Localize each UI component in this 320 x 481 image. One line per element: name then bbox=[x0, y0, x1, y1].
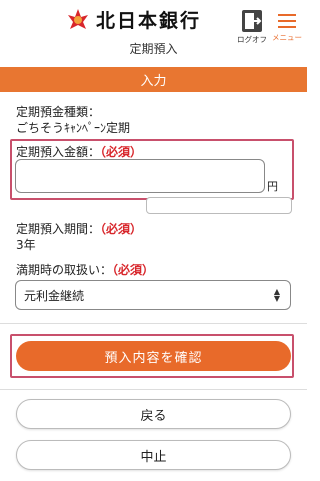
required-badge: （必須） bbox=[112, 263, 155, 277]
menu-button[interactable]: メニュー bbox=[272, 10, 302, 44]
amount-label: 定期預入金額： bbox=[16, 145, 101, 159]
deposit-type-label: 定期預金種類： bbox=[16, 105, 101, 119]
back-button[interactable]: 戻る bbox=[16, 399, 291, 429]
maturity-label-row: 満期時の取扱い：（必須） bbox=[16, 261, 154, 278]
logout-button[interactable]: ログオフ bbox=[236, 10, 268, 44]
logout-icon bbox=[242, 10, 262, 32]
page: 北日本銀行 ログオフ メニュー 定期預入 入力 定期預金種類： ごちそうｷｬﾝﾍ… bbox=[0, 0, 307, 481]
period-label: 定期預入期間： bbox=[16, 222, 101, 236]
confirm-button[interactable]: 預入内容を確認 bbox=[16, 341, 291, 371]
maturity-label: 満期時の取扱い： bbox=[16, 263, 113, 277]
bank-name: 北日本銀行 bbox=[96, 9, 202, 32]
maturity-selected-value: 元利金継続 bbox=[24, 288, 85, 303]
cancel-button[interactable]: 中止 bbox=[16, 440, 291, 470]
select-chevron-icon: ▲ ▼ bbox=[273, 287, 281, 303]
hamburger-icon bbox=[278, 14, 296, 28]
amount-unit: 円 bbox=[267, 180, 278, 193]
amount-label-row: 定期預入金額：（必須） bbox=[16, 143, 142, 160]
period-label-row: 定期預入期間：（必須） bbox=[16, 220, 142, 237]
amount-hint-box bbox=[146, 197, 292, 214]
section-header: 入力 bbox=[0, 67, 307, 92]
amount-input[interactable] bbox=[15, 159, 265, 193]
deposit-type-value: ごちそうｷｬﾝﾍﾟｰﾝ定期 bbox=[16, 121, 131, 135]
required-badge: （必須） bbox=[100, 145, 143, 159]
divider bbox=[0, 389, 307, 390]
bank-logo[interactable]: 北日本銀行 bbox=[66, 6, 201, 32]
required-badge: （必須） bbox=[100, 222, 143, 236]
maturity-select[interactable]: 元利金継続 ▲ ▼ bbox=[15, 280, 291, 310]
bank-logo-icon bbox=[68, 9, 88, 29]
page-title: 定期預入 bbox=[129, 42, 178, 54]
period-value: 3年 bbox=[16, 238, 36, 252]
divider bbox=[0, 323, 307, 324]
